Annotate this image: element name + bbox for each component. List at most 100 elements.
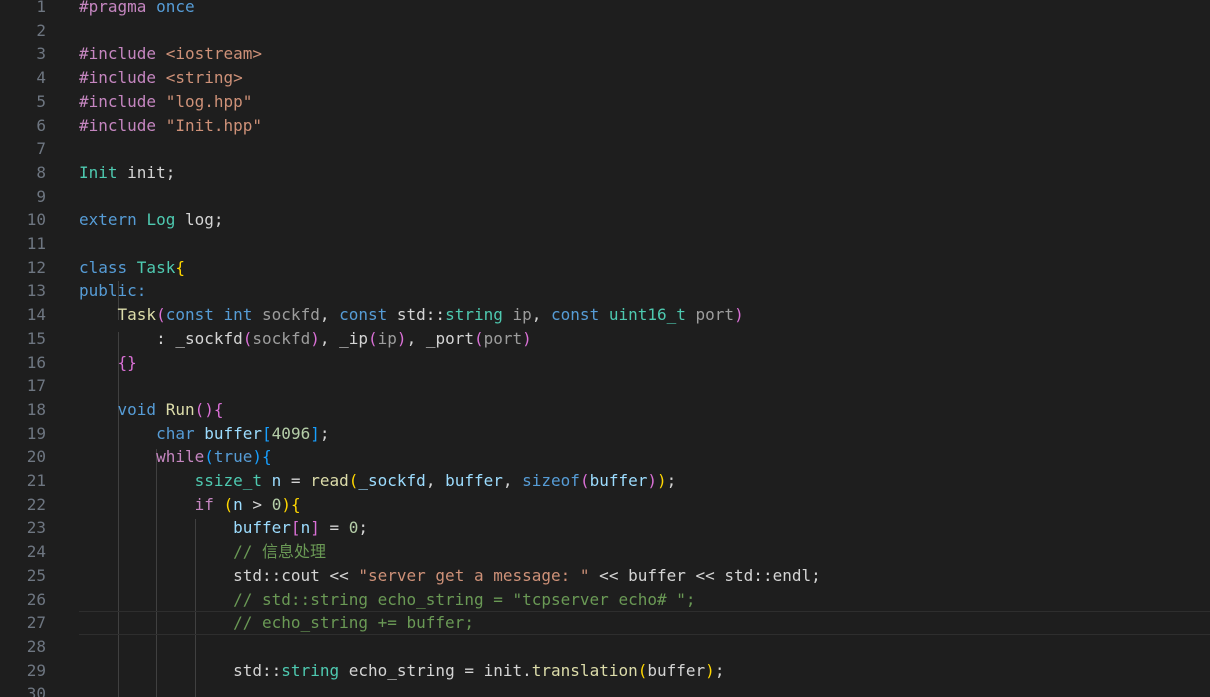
- code-line[interactable]: 30: [0, 682, 1210, 697]
- code-line[interactable]: 21 ssize_t n = read(_sockfd, buffer, siz…: [0, 469, 1210, 493]
- code-token: >: [242, 494, 272, 514]
- code-token: {: [213, 399, 224, 419]
- code-token: "log.hpp": [165, 91, 253, 111]
- line-number: 11: [26, 234, 46, 253]
- code-line[interactable]: 5 #include "log.hpp": [0, 90, 1210, 114]
- code-token: port: [483, 328, 523, 348]
- code-text: : _sockfd(sockfd), _ip(ip), _port(port): [79, 327, 532, 351]
- code-token: sockfd: [262, 305, 320, 325]
- code-token: ,: [319, 305, 340, 325]
- code-token: read: [310, 471, 349, 490]
- code-token: Log: [146, 210, 176, 230]
- code-line[interactable]: 25 std::cout << "server get a message: "…: [0, 564, 1210, 588]
- code-line[interactable]: 11: [0, 232, 1210, 256]
- code-token: const: [551, 305, 609, 325]
- code-line[interactable]: 17: [0, 374, 1210, 398]
- code-line[interactable]: 28: [0, 635, 1210, 659]
- line-number: 14: [26, 305, 46, 325]
- code-token: buffer: [445, 471, 503, 490]
- code-line[interactable]: 1 #pragma once: [0, 0, 1210, 19]
- code-token: class: [79, 257, 137, 277]
- line-number: 8: [36, 162, 46, 182]
- line-number: 26: [26, 589, 46, 609]
- code-token: "server get a message: ": [358, 565, 590, 585]
- code-token: ): [252, 447, 263, 467]
- code-token: ,: [531, 305, 552, 325]
- code-token: char: [156, 423, 205, 443]
- code-token: : _sockfd: [79, 328, 243, 348]
- code-token: buffer: [647, 660, 706, 680]
- line-number: 15: [26, 328, 46, 348]
- code-token: (: [368, 328, 378, 348]
- code-token: #include: [79, 91, 166, 111]
- code-token: ,: [502, 471, 523, 490]
- code-token: Task: [136, 257, 176, 277]
- line-number: 25: [26, 565, 46, 585]
- code-line[interactable]: 18 void Run(){: [0, 398, 1210, 422]
- code-line[interactable]: 6 #include "Init.hpp": [0, 114, 1210, 138]
- code-token: (: [637, 660, 648, 680]
- code-token: n: [271, 471, 282, 490]
- code-line[interactable]: 12 class Task{: [0, 256, 1210, 280]
- line-number: 22: [26, 494, 46, 514]
- code-token: buffer: [589, 471, 648, 490]
- code-line[interactable]: 20 while(true){: [0, 445, 1210, 469]
- code-text: extern Log log;: [79, 208, 224, 232]
- line-number: 5: [36, 91, 46, 111]
- code-token: (: [242, 328, 253, 348]
- code-token: ;: [319, 423, 330, 443]
- code-token: #include: [79, 68, 166, 88]
- code-token: true: [213, 447, 253, 467]
- code-line[interactable]: 14 Task(const int sockfd, const std::str…: [0, 303, 1210, 327]
- code-line[interactable]: 3 #include <iostream>: [0, 42, 1210, 66]
- code-text: // std::string echo_string = "tcpserver …: [79, 588, 695, 612]
- code-token: ): [705, 660, 715, 680]
- line-number: 4: [36, 68, 46, 88]
- code-line[interactable]: 27 // echo_string += buffer;: [0, 611, 1210, 635]
- code-token: (: [348, 471, 359, 490]
- code-token: ;: [666, 471, 677, 490]
- line-number: 3: [36, 44, 46, 64]
- code-token: [: [290, 518, 301, 538]
- code-token: ip: [377, 328, 397, 348]
- code-token: , _port: [406, 328, 474, 348]
- code-line[interactable]: 15 : _sockfd(sockfd), _ip(ip), _port(por…: [0, 327, 1210, 351]
- code-line[interactable]: 24 // 信息处理: [0, 540, 1210, 564]
- code-editor[interactable]: 1 #pragma once 2 3 #include <iostream> 4 #incl…: [0, 0, 1210, 697]
- code-line[interactable]: 22 if (n > 0){: [0, 493, 1210, 517]
- line-number: 1: [36, 0, 46, 16]
- code-text: Init init;: [79, 161, 175, 185]
- code-line[interactable]: 16 {}: [0, 351, 1210, 375]
- code-line[interactable]: 2: [0, 19, 1210, 43]
- code-line[interactable]: 9: [0, 185, 1210, 209]
- code-line[interactable]: 4 #include <string>: [0, 66, 1210, 90]
- code-token: [: [262, 423, 272, 443]
- code-token: =: [319, 518, 349, 538]
- line-number: 9: [36, 186, 46, 206]
- code-line[interactable]: 23 buffer[n] = 0;: [0, 516, 1210, 540]
- code-token: ,: [425, 471, 446, 490]
- code-line[interactable]: 29 std::string echo_string = init.transl…: [0, 659, 1210, 683]
- code-line[interactable]: 26 // std::string echo_string = "tcpserv…: [0, 588, 1210, 612]
- code-line[interactable]: 10 extern Log log;: [0, 208, 1210, 232]
- code-line[interactable]: 8 Init init;: [0, 161, 1210, 185]
- code-token: ): [522, 328, 532, 348]
- code-token: sizeof: [522, 471, 580, 490]
- code-line[interactable]: 19 char buffer[4096];: [0, 422, 1210, 446]
- line-number: 7: [36, 139, 46, 159]
- code-line[interactable]: 13 public:: [0, 279, 1210, 303]
- line-number: 13: [26, 281, 46, 301]
- code-token: {: [290, 494, 301, 514]
- code-token: uint16_t: [608, 305, 696, 325]
- code-line[interactable]: 7: [0, 137, 1210, 161]
- code-token: ;: [714, 660, 725, 680]
- code-text: class Task{: [79, 256, 185, 280]
- code-token: int: [223, 305, 263, 325]
- code-token: init;: [117, 162, 176, 182]
- code-token: ip: [512, 305, 532, 325]
- code-token: #include: [79, 44, 166, 64]
